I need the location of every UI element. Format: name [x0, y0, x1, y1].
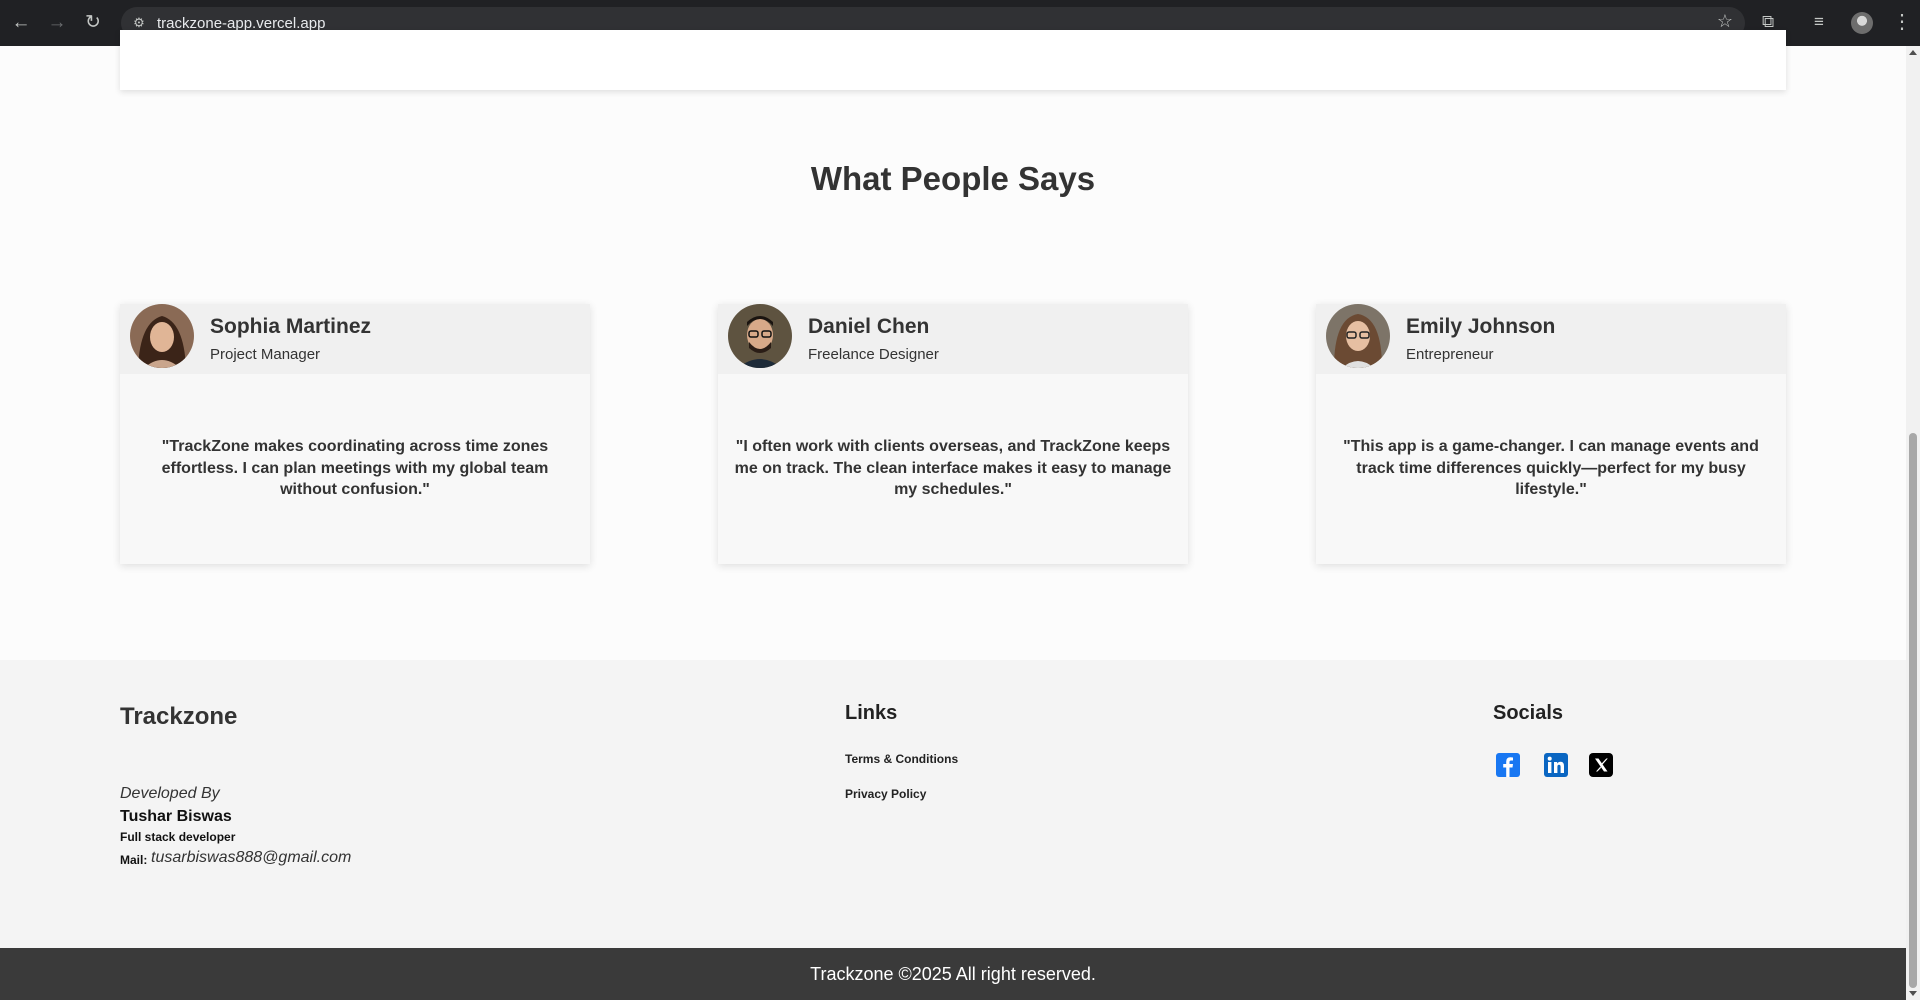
- scroll-down-arrow[interactable]: [1909, 991, 1917, 996]
- scroll-thumb[interactable]: [1909, 433, 1917, 988]
- developed-by-label: Developed By: [120, 785, 220, 802]
- forward-icon[interactable]: →: [45, 11, 69, 35]
- footer-brand: Trackzone: [120, 703, 238, 730]
- developer-email: tusarbiswas888@gmail.com: [151, 849, 352, 866]
- menu-kebab-icon[interactable]: ⋮: [1892, 10, 1912, 34]
- avatar: [130, 304, 194, 368]
- linkedin-icon[interactable]: [1543, 752, 1569, 778]
- testimonial-card: Emily Johnson Entrepreneur "This app is …: [1316, 304, 1786, 564]
- testimonial-role: Entrepreneur: [1406, 346, 1494, 363]
- terms-link[interactable]: Terms & Conditions: [845, 752, 958, 766]
- testimonial-name: Emily Johnson: [1406, 315, 1556, 338]
- developer-name: Tushar Biswas: [120, 808, 232, 825]
- testimonial-quote: "I often work with clients overseas, and…: [734, 438, 1172, 498]
- socials-heading: Socials: [1493, 702, 1564, 724]
- testimonial-quote: "This app is a game-changer. I can manag…: [1343, 438, 1759, 498]
- back-icon[interactable]: ←: [9, 11, 33, 35]
- testimonial-quote: "TrackZone makes coordinating across tim…: [161, 438, 549, 498]
- testimonial-card: Sophia Martinez Project Manager "TrackZo…: [120, 304, 590, 564]
- testimonial-name: Daniel Chen: [808, 315, 930, 338]
- bookmark-star-icon[interactable]: ☆: [1717, 11, 1733, 32]
- developer-role: Full stack developer: [120, 830, 236, 844]
- profile-avatar[interactable]: [1851, 12, 1873, 34]
- copyright-bar: Trackzone ©2025 All right reserved.: [0, 948, 1906, 1000]
- previous-section-card: [120, 30, 1786, 90]
- testimonial-name: Sophia Martinez: [210, 315, 372, 338]
- links-heading: Links: [845, 702, 898, 724]
- site-footer: Trackzone Developed By Tushar Biswas Ful…: [0, 660, 1906, 948]
- mail-label: Mail:: [120, 853, 148, 867]
- x-icon[interactable]: [1588, 752, 1614, 778]
- avatar: [728, 304, 792, 368]
- testimonials-title: What People Says: [810, 160, 1096, 197]
- media-control-icon[interactable]: ≡: [1814, 10, 1824, 34]
- scroll-up-arrow[interactable]: [1909, 50, 1917, 55]
- page-scrollbar[interactable]: [1906, 46, 1920, 1000]
- testimonial-header: Emily Johnson Entrepreneur: [1316, 304, 1786, 374]
- testimonial-card: Daniel Chen Freelance Designer "I often …: [718, 304, 1188, 564]
- facebook-icon[interactable]: [1495, 752, 1521, 778]
- testimonial-header: Sophia Martinez Project Manager: [120, 304, 590, 374]
- testimonial-header: Daniel Chen Freelance Designer: [718, 304, 1188, 374]
- testimonial-role: Freelance Designer: [808, 346, 939, 363]
- testimonial-role: Project Manager: [210, 346, 321, 363]
- privacy-link[interactable]: Privacy Policy: [845, 787, 926, 801]
- reload-icon[interactable]: ↻: [81, 11, 105, 35]
- avatar: [1326, 304, 1390, 368]
